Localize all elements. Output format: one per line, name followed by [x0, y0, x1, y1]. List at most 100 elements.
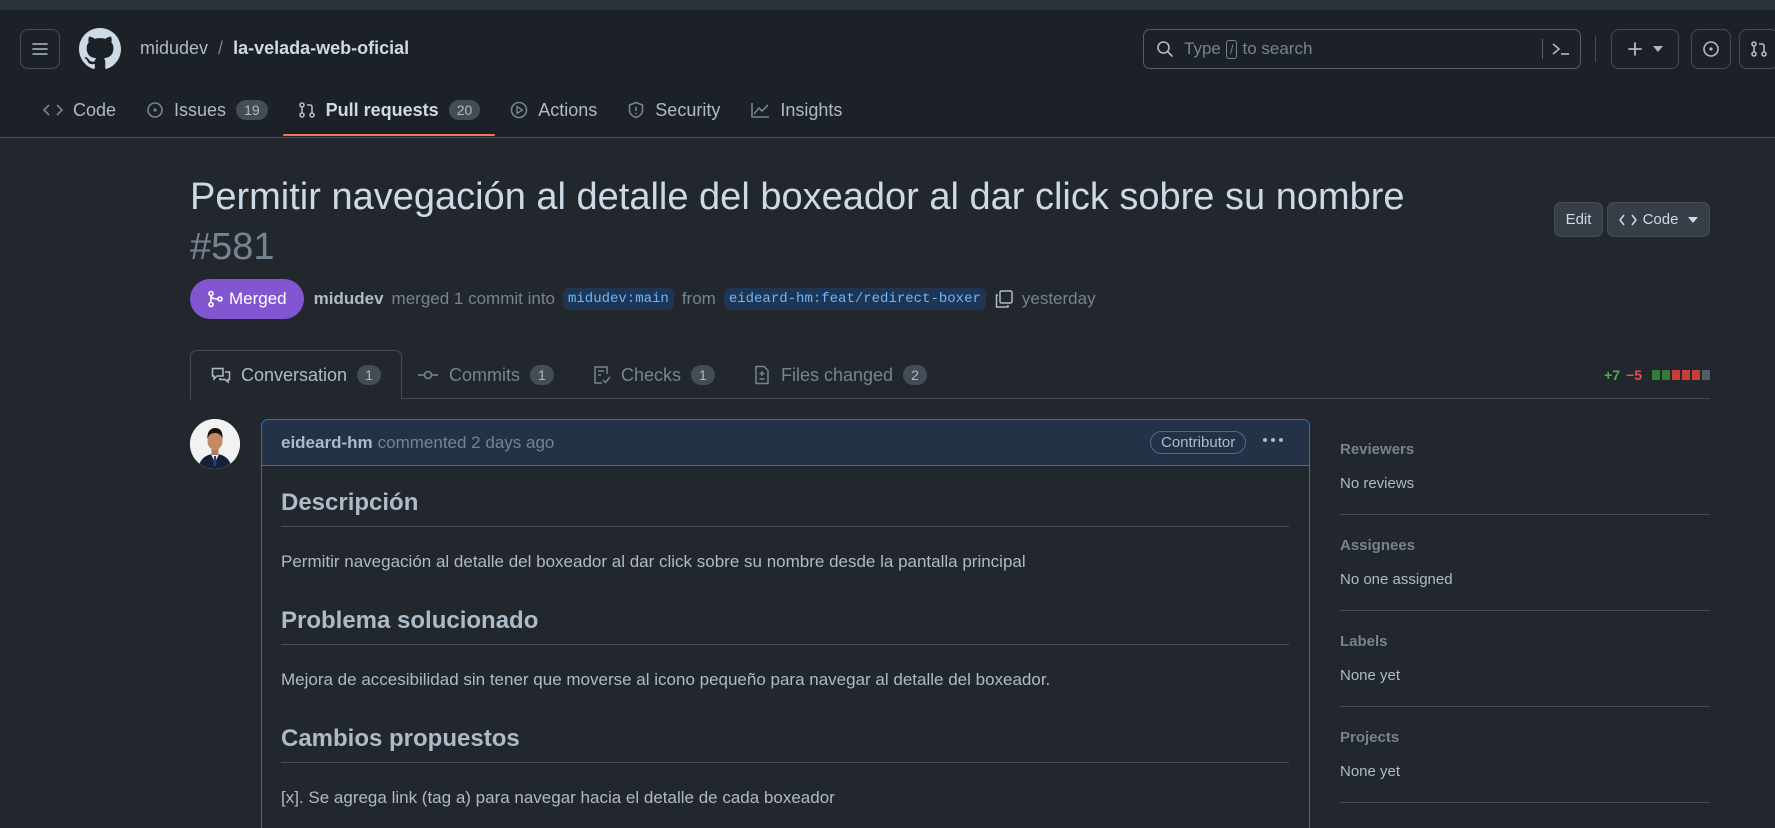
- search-placeholder-prefix: Type: [1184, 39, 1221, 58]
- nav-actions[interactable]: Actions: [495, 92, 612, 128]
- avatar[interactable]: [190, 419, 240, 469]
- code-label: Code: [1642, 211, 1679, 228]
- tab-commits[interactable]: Commits 1: [397, 350, 574, 400]
- create-new-button[interactable]: [1611, 29, 1679, 69]
- copy-icon[interactable]: [994, 289, 1014, 309]
- terminal-icon: [1552, 43, 1569, 55]
- section-text: [x]. Se agrega link (tag a) para navegar…: [281, 788, 835, 807]
- tab-commits-count: 1: [530, 365, 554, 385]
- diffstat-block: [1672, 370, 1680, 380]
- comment-author[interactable]: eideard-hm: [281, 433, 373, 453]
- search-shortcut-key: /: [1225, 39, 1238, 59]
- section-text: Permitir navegación al detalle del boxea…: [281, 552, 1026, 571]
- nav-insights-label: Insights: [780, 99, 843, 120]
- shield-icon: [628, 101, 644, 119]
- github-logo[interactable]: [79, 28, 121, 70]
- sidebar-divider: [1340, 706, 1710, 707]
- graph-icon: [751, 103, 770, 118]
- tab-files-changed[interactable]: Files changed 2: [733, 350, 947, 400]
- diffstat-blocks: [1652, 370, 1710, 380]
- merge-time: yesterday: [1021, 289, 1096, 308]
- global-header: midudev / la-velada-web-oficial Type / t…: [0, 0, 1775, 138]
- diff-deletions: −5: [1626, 367, 1642, 383]
- menu-button[interactable]: [20, 29, 60, 69]
- comment-box: eideard-hm commented 2 days ago Contribu…: [261, 419, 1310, 828]
- section-heading: Cambios propuestos: [281, 725, 1289, 763]
- comment-options-button[interactable]: [1262, 430, 1284, 450]
- tab-checks-count: 1: [691, 365, 715, 385]
- tab-checks-label: Checks: [621, 364, 682, 385]
- diffstat-block: [1692, 370, 1700, 380]
- nav-pull-requests-count: 20: [448, 100, 481, 120]
- sidebar-assignees-label: Assignees: [1340, 537, 1416, 554]
- issue-icon: [147, 102, 163, 118]
- tab-conversation-count: 1: [357, 365, 381, 385]
- sidebar-reviewers-label: Reviewers: [1340, 441, 1415, 458]
- tab-commits-label: Commits: [449, 364, 520, 385]
- triangle-down-icon: [1688, 216, 1699, 223]
- sidebar-projects[interactable]: Projects None yet: [1340, 729, 1710, 803]
- diffstat-block: [1662, 370, 1670, 380]
- nav-security-label: Security: [655, 99, 721, 120]
- pr-title: Permitir navegación al detalle del boxea…: [190, 172, 1490, 272]
- sidebar-reviewers[interactable]: Reviewers No reviews: [1340, 441, 1710, 515]
- tab-checks[interactable]: Checks 1: [573, 350, 735, 400]
- triangle-down-icon: [1653, 46, 1663, 52]
- search-input[interactable]: Type / to search: [1143, 29, 1581, 69]
- pr-meta: Merged midudev merged 1 commit into midu…: [190, 279, 1096, 319]
- tab-conversation-label: Conversation: [241, 364, 348, 385]
- hamburger-icon: [32, 43, 48, 55]
- nav-actions-label: Actions: [538, 99, 598, 120]
- contributor-badge: Contributor: [1150, 431, 1247, 454]
- merge-action-text: merged 1 commit into: [391, 289, 555, 308]
- diffstat: +7 −5: [1604, 367, 1710, 383]
- sidebar-labels-label: Labels: [1340, 633, 1388, 650]
- owner-link[interactable]: midudev: [140, 38, 208, 59]
- base-branch[interactable]: midudev:main: [563, 288, 674, 310]
- comment-timestamp[interactable]: commented 2 days ago: [378, 433, 555, 453]
- code-dropdown-button[interactable]: Code: [1607, 202, 1710, 237]
- sidebar-labels[interactable]: Labels None yet: [1340, 633, 1710, 707]
- section-heading: Descripción: [281, 489, 1289, 527]
- repo-link[interactable]: la-velada-web-oficial: [233, 38, 409, 59]
- code-icon: [1618, 214, 1637, 225]
- nav-issues-count: 19: [236, 100, 268, 120]
- issue-opened-icon: [1703, 41, 1719, 57]
- comment-header: eideard-hm commented 2 days ago Contribu…: [262, 420, 1309, 466]
- merged-state-badge: Merged: [190, 279, 304, 319]
- nav-issues-label: Issues: [174, 99, 227, 120]
- nav-pull-requests[interactable]: Pull requests 20: [282, 92, 496, 136]
- sidebar-divider: [1340, 610, 1710, 611]
- diffstat-block: [1652, 370, 1660, 380]
- pr-title-text: Permitir navegación al detalle del boxea…: [190, 176, 1405, 218]
- merger-link[interactable]: midudev: [314, 289, 384, 309]
- diffstat-block: [1702, 370, 1710, 380]
- header-divider: [1595, 36, 1596, 62]
- head-branch[interactable]: eideard-hm:feat/redirect-boxer: [723, 288, 986, 310]
- section-text: Mejora de accesibilidad sin tener que mo…: [281, 670, 1051, 689]
- nav-code[interactable]: Code: [28, 92, 131, 128]
- issues-button[interactable]: [1691, 29, 1731, 69]
- play-icon: [510, 101, 528, 119]
- sidebar-assignees[interactable]: Assignees No one assigned: [1340, 537, 1710, 611]
- nav-issues[interactable]: Issues 19: [131, 92, 283, 128]
- edit-title-button[interactable]: Edit: [1554, 202, 1603, 237]
- breadcrumb: midudev / la-velada-web-oficial: [140, 38, 409, 59]
- search-divider: [1542, 39, 1543, 59]
- code-icon: [43, 104, 63, 116]
- command-palette-button[interactable]: [1550, 39, 1572, 59]
- tab-conversation[interactable]: Conversation 1: [190, 350, 402, 400]
- nav-security[interactable]: Security: [612, 92, 735, 128]
- nav-code-label: Code: [73, 99, 117, 120]
- kebab-horizontal-icon: [1263, 438, 1283, 442]
- plus-icon: [1628, 42, 1642, 56]
- nav-insights[interactable]: Insights: [735, 92, 857, 128]
- from-text: from: [681, 289, 716, 308]
- diff-additions: +7: [1604, 367, 1621, 383]
- file-diff-icon: [755, 365, 769, 385]
- github-mark-icon: [79, 28, 121, 69]
- pull-request-icon: [298, 102, 315, 118]
- top-strip: [0, 0, 1775, 10]
- pr-tabs: Conversation 1 Commits 1 Checks 1 Files …: [190, 350, 1710, 400]
- pull-requests-button[interactable]: [1739, 29, 1775, 69]
